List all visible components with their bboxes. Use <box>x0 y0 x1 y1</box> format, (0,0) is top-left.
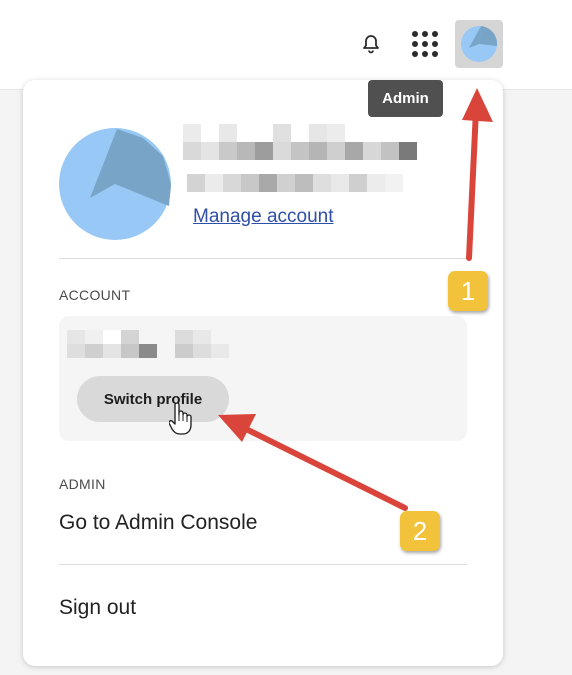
admin-tooltip: Admin <box>368 80 443 117</box>
bell-icon[interactable] <box>359 31 383 55</box>
profile-email-obscured <box>187 174 403 192</box>
avatar-icon <box>461 26 498 62</box>
apps-grid-icon[interactable] <box>412 31 438 57</box>
profile-menu: Manage account ACCOUNT Switch profile AD… <box>23 80 503 666</box>
divider <box>59 258 467 259</box>
account-section-label: ACCOUNT <box>59 287 131 303</box>
annotation-badge-1: 1 <box>448 271 488 311</box>
avatar-button[interactable] <box>455 20 503 68</box>
sign-out-link[interactable]: Sign out <box>59 596 136 620</box>
top-header <box>0 0 572 90</box>
switch-profile-button[interactable]: Switch profile <box>77 376 229 422</box>
account-card: Switch profile <box>59 316 467 441</box>
manage-account-link[interactable]: Manage account <box>193 206 334 228</box>
account-name-obscured <box>67 330 211 344</box>
annotation-badge-2: 2 <box>400 511 440 551</box>
profile-name-obscured <box>183 124 399 142</box>
admin-console-link[interactable]: Go to Admin Console <box>59 511 257 535</box>
hand-cursor-icon <box>169 403 192 435</box>
divider <box>59 564 467 565</box>
profile-avatar <box>59 128 171 240</box>
admin-section-label: ADMIN <box>59 476 106 492</box>
